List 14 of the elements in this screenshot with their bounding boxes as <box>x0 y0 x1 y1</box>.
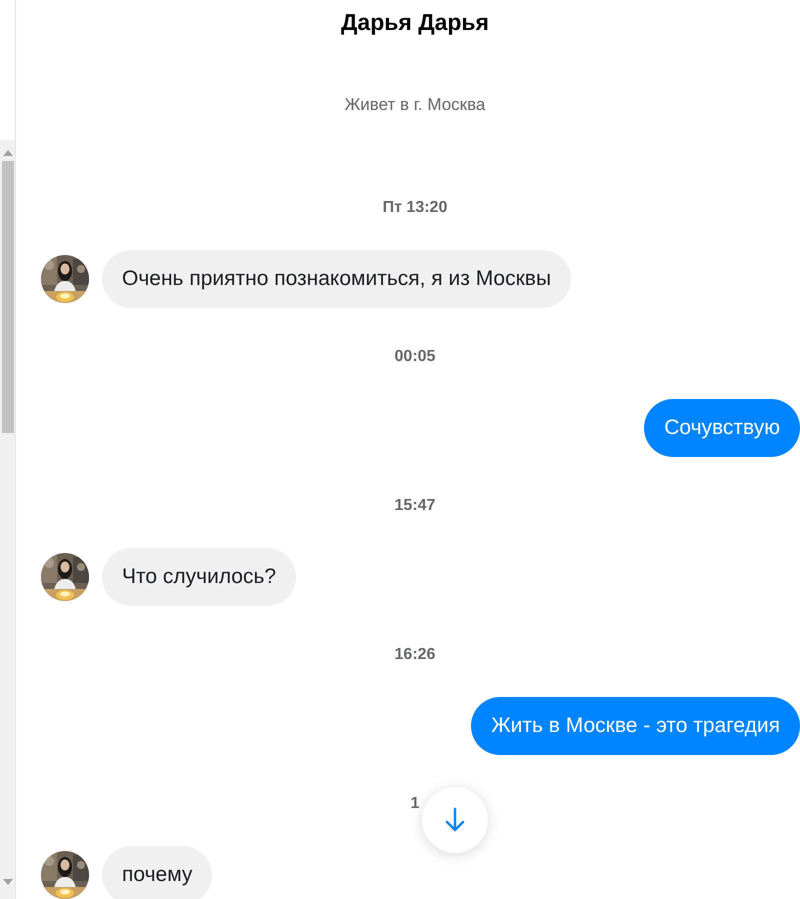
message-time: 1 <box>410 794 420 814</box>
message-bubble: Очень приятно познакомиться, я из Москвы <box>102 250 572 308</box>
message-bubble: Что случилось? <box>102 548 296 606</box>
message-bubble: Сочувствую <box>644 399 800 457</box>
message-time: 15:47 <box>394 496 436 516</box>
message-time: Пт 13:20 <box>382 198 448 218</box>
scrollbar[interactable] <box>0 140 15 899</box>
arrow-down-icon <box>445 807 465 833</box>
message-bubble: Жить в Москве - это трагедия <box>471 697 800 755</box>
contact-location: Живет в г. Москва <box>344 94 486 116</box>
message-time: 16:26 <box>394 645 436 665</box>
message-bubble: почему <box>102 846 212 899</box>
contact-name: Дарья Дарья <box>341 8 489 36</box>
message-time: 00:05 <box>394 347 436 367</box>
